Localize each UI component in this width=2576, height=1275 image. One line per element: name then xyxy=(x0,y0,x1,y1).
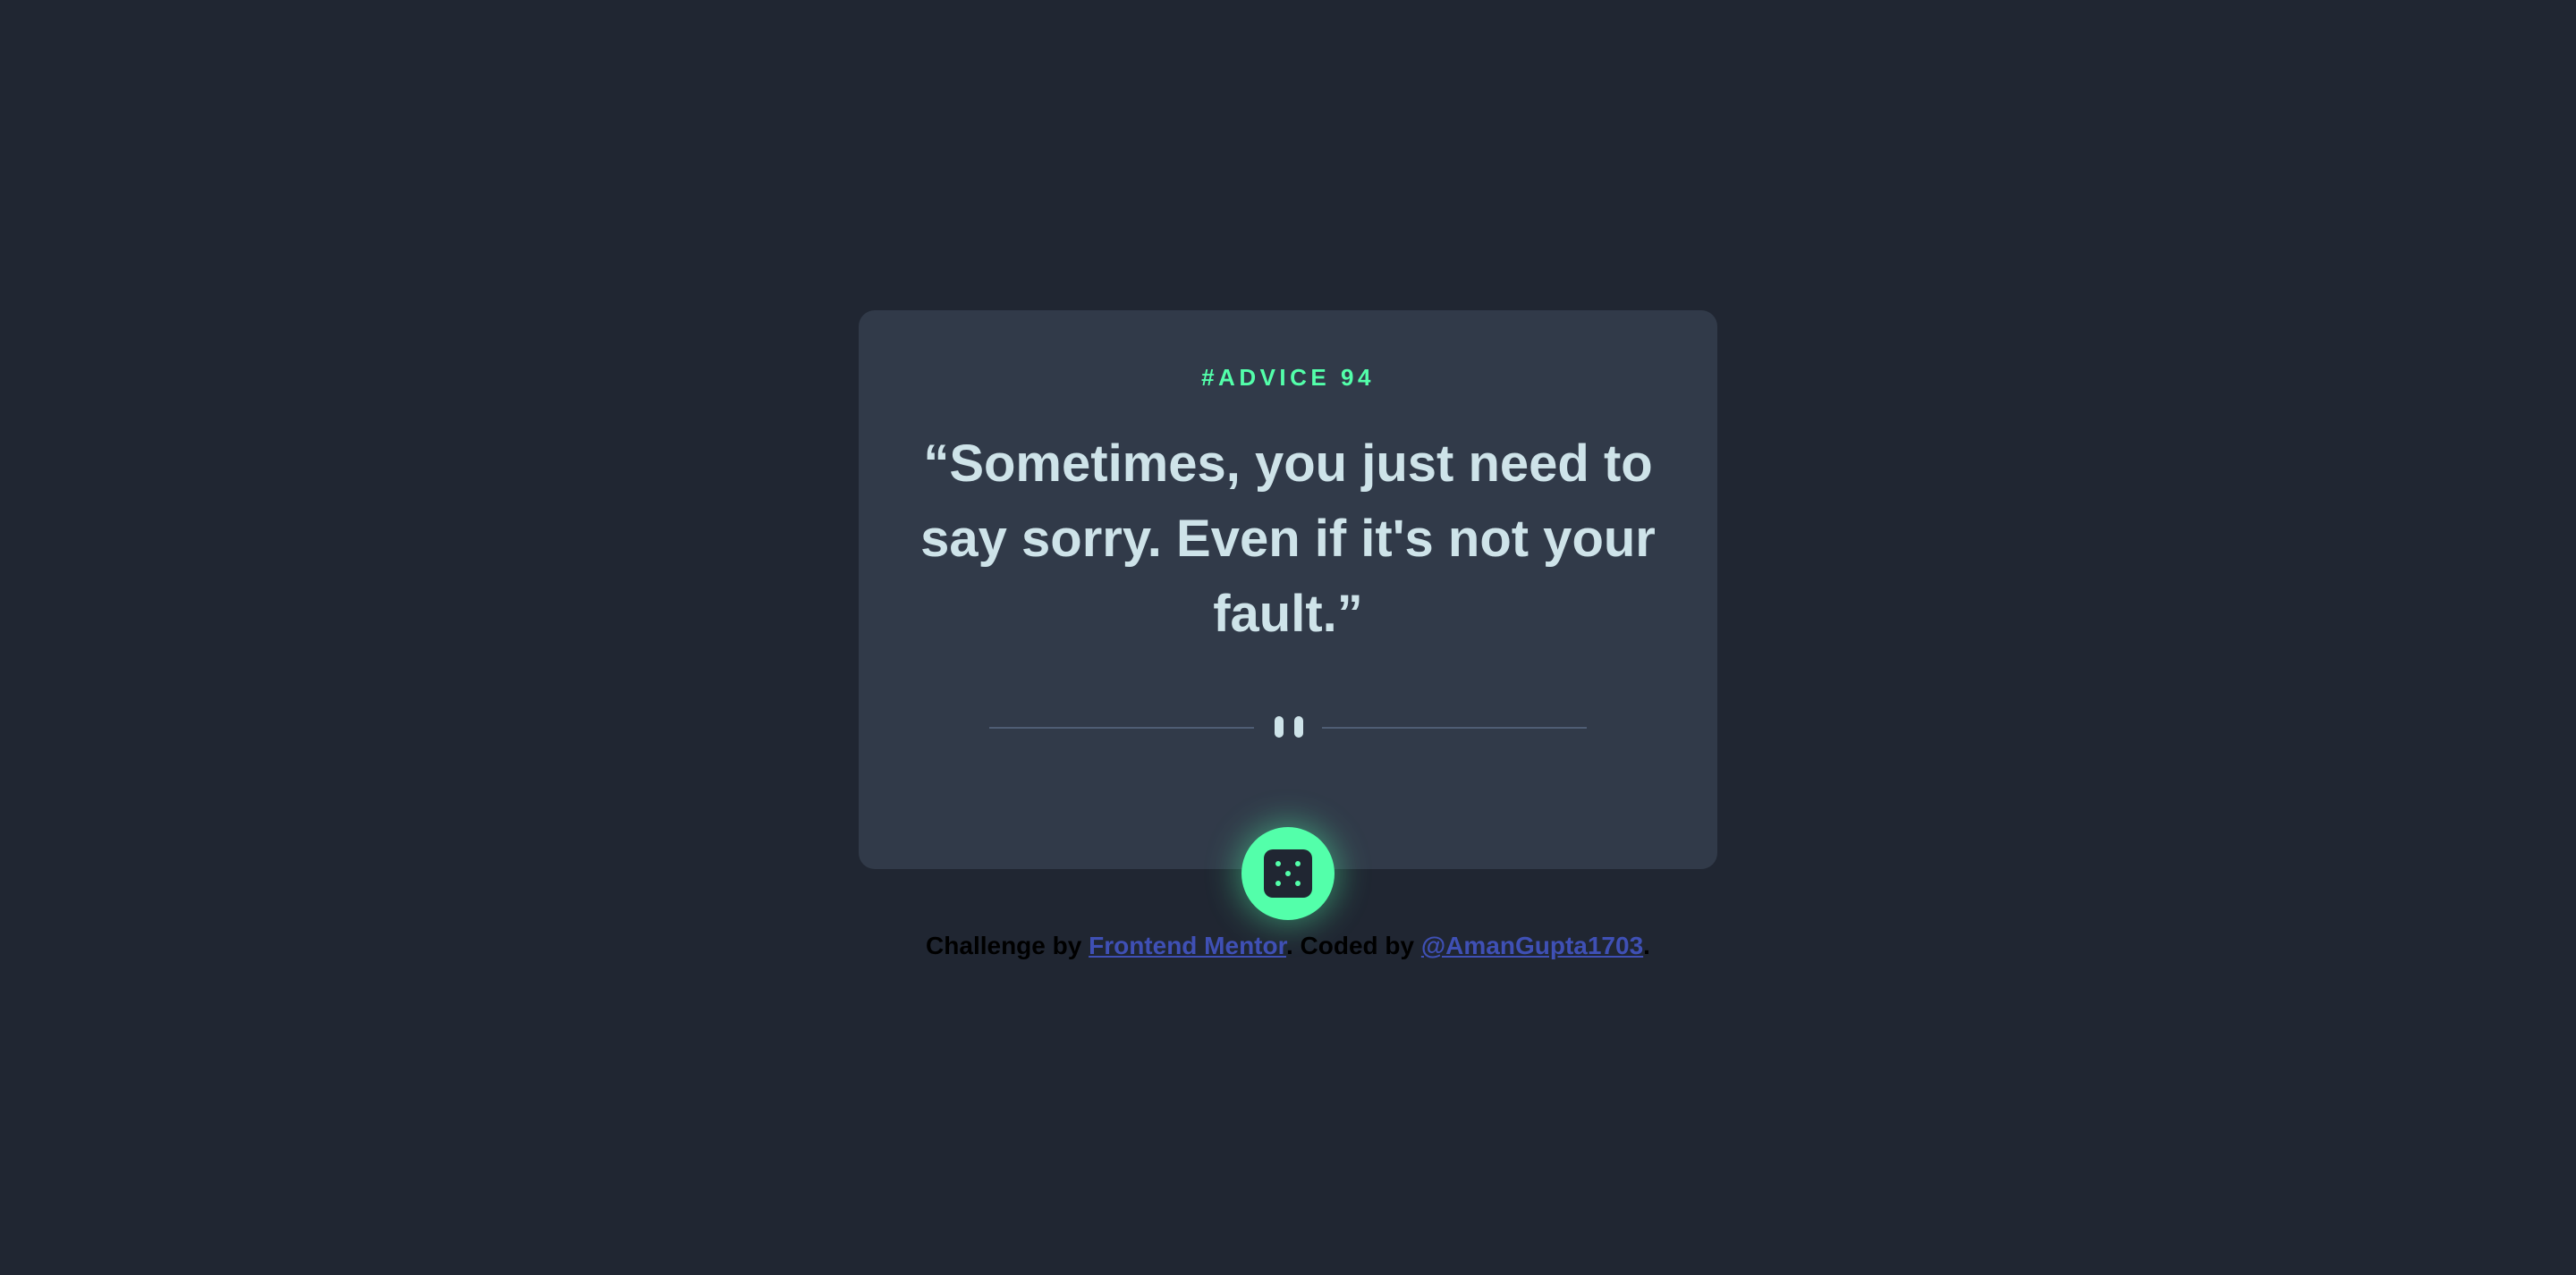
attribution-suffix: . xyxy=(1643,932,1650,959)
dice-pip xyxy=(1295,861,1301,866)
dice-pip xyxy=(1295,881,1301,886)
advice-card: #ADVICE 94 “Sometimes, you just need to … xyxy=(859,310,1717,869)
divider-line-right xyxy=(1322,727,1587,729)
attribution: Challenge by Frontend Mentor. Coded by @… xyxy=(0,930,2576,962)
attribution-prefix: Challenge by xyxy=(926,932,1089,959)
pattern-divider xyxy=(989,707,1587,747)
dice-pip xyxy=(1285,871,1291,876)
dice-pip xyxy=(1275,881,1281,886)
page: #ADVICE 94 “Sometimes, you just need to … xyxy=(0,0,2576,1275)
pause-bar xyxy=(1275,716,1284,738)
divider-line-left xyxy=(989,727,1254,729)
frontend-mentor-link[interactable]: Frontend Mentor xyxy=(1089,932,1286,959)
advice-quote: “Sometimes, you just need to say sorry. … xyxy=(920,435,1656,643)
generate-advice-button[interactable] xyxy=(1241,827,1335,920)
pause-bar xyxy=(1294,716,1303,738)
attribution-middle: . Coded by xyxy=(1285,932,1421,959)
dice-pip xyxy=(1275,861,1281,866)
advice-number: #ADVICE 94 xyxy=(1201,364,1375,391)
pause-icon xyxy=(1275,716,1303,738)
author-link[interactable]: @AmanGupta1703 xyxy=(1421,932,1643,959)
dice-icon xyxy=(1264,849,1312,898)
